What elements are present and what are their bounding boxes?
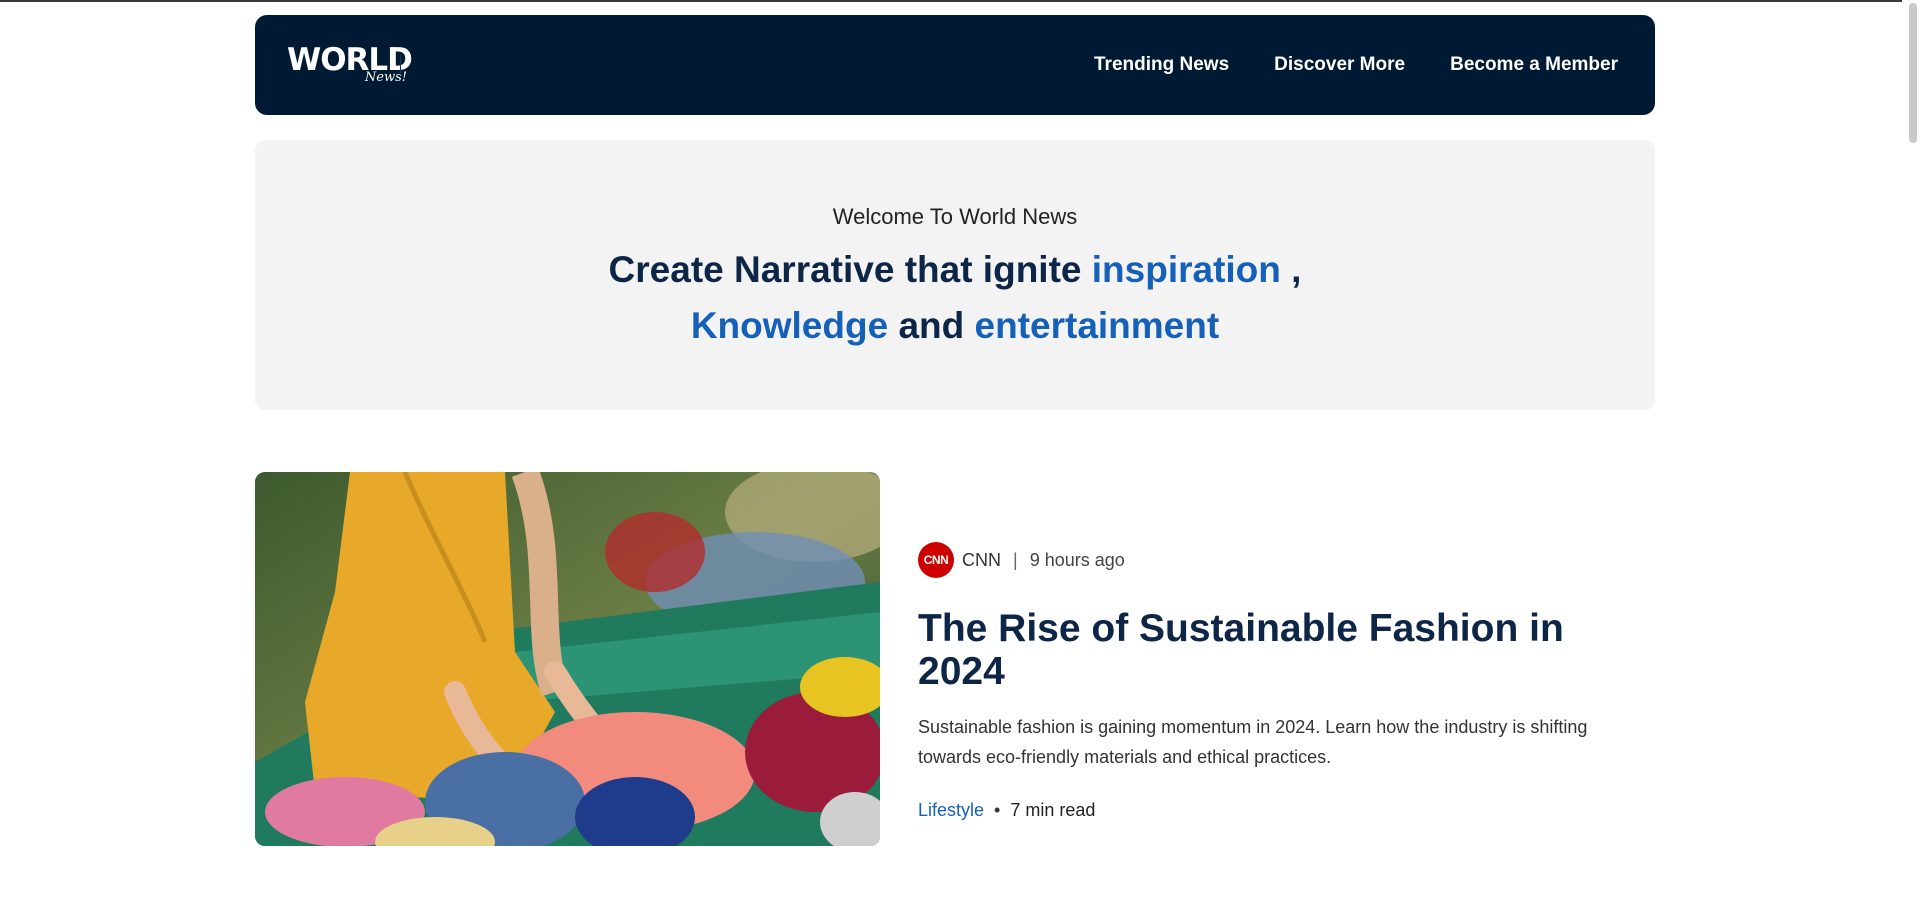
article-summary: Sustainable fashion is gaining momentum …	[918, 716, 1588, 767]
nav-trending-news[interactable]: Trending News	[1094, 54, 1229, 76]
hero-banner: Welcome To World News Create Narrative t…	[255, 140, 1655, 410]
article-meta: CNN CNN | 9 hours ago	[918, 542, 1655, 578]
nav-become-member[interactable]: Become a Member	[1450, 54, 1618, 76]
article-thumbnail[interactable]	[255, 472, 880, 846]
hero-highlight-entertainment: entertainment	[974, 305, 1220, 346]
article-category[interactable]: Lifestyle	[918, 800, 984, 821]
main-nav: Trending News Discover More Become a Mem…	[1094, 54, 1618, 76]
site-header: WORLD News! Trending News Discover More …	[255, 15, 1655, 115]
article-footer: Lifestyle • 7 min read	[918, 800, 1655, 821]
featured-article[interactable]: CNN CNN | 9 hours ago The Rise of Sustai…	[255, 472, 1655, 846]
hero-highlight-inspiration: inspiration	[1091, 249, 1281, 290]
nav-discover-more[interactable]: Discover More	[1274, 54, 1405, 76]
article-source[interactable]: CNN	[962, 550, 1001, 571]
page-container: WORLD News! Trending News Discover More …	[255, 15, 1655, 846]
hero-headline-part2: ,	[1280, 249, 1302, 290]
hero-highlight-knowledge: Knowledge	[690, 305, 889, 346]
hero-headline-part3: and	[888, 305, 975, 346]
header-divider	[400, 55, 401, 75]
hero-headline-part1: Create Narrative that ignite	[608, 249, 1092, 290]
article-timestamp: 9 hours ago	[1029, 549, 1125, 570]
hero-welcome-text: Welcome To World News	[832, 204, 1078, 229]
page-scrollbar[interactable]	[1902, 0, 1920, 913]
hero-headline: Create Narrative that ignite inspiration…	[255, 242, 1655, 354]
article-title[interactable]: The Rise of Sustainable Fashion in 2024	[918, 607, 1655, 694]
site-logo[interactable]: WORLD News!	[287, 35, 413, 95]
article-read-time: 7 min read	[1010, 799, 1096, 820]
article-content: CNN CNN | 9 hours ago The Rise of Sustai…	[918, 472, 1655, 846]
meta-separator: |	[1013, 549, 1018, 570]
window-top-border	[0, 0, 1920, 2]
cnn-logo-icon: CNN	[918, 542, 954, 578]
fashion-photo-illustration	[255, 472, 880, 846]
footer-dot-separator: •	[994, 799, 1001, 820]
scrollbar-thumb[interactable]	[1909, 3, 1917, 143]
